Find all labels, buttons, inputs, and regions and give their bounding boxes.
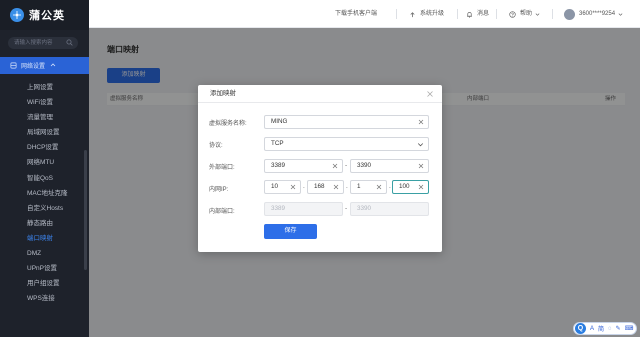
sidebar-item-upnp-settings[interactable]: UPnP设置	[0, 261, 89, 276]
sidebar-search-placeholder: 请输入搜索内容	[14, 40, 53, 46]
messages-button[interactable]: 消息	[466, 0, 489, 28]
protocol-select[interactable]: TCP	[264, 137, 429, 151]
clear-icon[interactable]	[290, 184, 296, 190]
clear-icon[interactable]	[333, 184, 339, 190]
ip-octet-1-field[interactable]: 10	[264, 180, 301, 194]
sidebar-item-network-mtu[interactable]: 网络MTU	[0, 155, 89, 170]
ip-separator: .	[389, 183, 391, 190]
dialog-header: 添加映射	[198, 85, 442, 103]
chevron-down-icon	[417, 143, 424, 147]
topbar: 下载手机客户端 系统升级 消息 帮助 3600****9254	[89, 0, 640, 28]
chevron-down-icon	[618, 12, 623, 16]
ime-keyboard-icon[interactable]: ⌨	[625, 325, 634, 332]
topbar-divider	[396, 9, 397, 19]
account-menu[interactable]: 3600****9254	[564, 0, 627, 28]
sidebar-item-dmz[interactable]: DMZ	[0, 246, 89, 261]
service-name-label: 虚拟服务名称:	[209, 121, 247, 127]
sidebar-item-mac-clone[interactable]: MAC地址克隆	[0, 186, 89, 201]
ip-separator: .	[303, 183, 305, 190]
external-port-from-value: 3389	[271, 162, 286, 169]
account-id: 3600****9254	[579, 11, 616, 17]
ip-octet-4-value: 100	[399, 183, 410, 190]
ime-punctuation-icon[interactable]: ◌	[608, 326, 612, 332]
brand-name: 蒲公英	[29, 10, 65, 22]
sidebar: 蒲公英 请输入搜索内容 网络设置 上网设置 WiFi设置 流量管理 局域网设置 …	[0, 0, 89, 337]
external-port-label: 外部端口:	[209, 165, 235, 171]
system-upgrade-label: 系统升级	[420, 11, 445, 17]
internal-port-separator: -	[345, 205, 348, 212]
ime-mode-toggle[interactable]: A	[590, 326, 594, 332]
system-upgrade-button[interactable]: 系统升级	[409, 0, 444, 28]
ip-octet-2-field[interactable]: 168	[307, 180, 344, 194]
sidebar-item-traffic-management[interactable]: 流量管理	[0, 110, 89, 125]
ime-handwriting-icon[interactable]: ✎	[616, 325, 621, 332]
clear-icon[interactable]	[376, 184, 382, 190]
sidebar-item-internet-settings[interactable]: 上网设置	[0, 80, 89, 95]
sidebar-item-static-routes[interactable]: 静态路由	[0, 216, 89, 231]
download-client-label: 下载手机客户端	[335, 11, 378, 17]
clear-icon[interactable]	[418, 163, 424, 169]
internal-ip-label: 内网IP:	[209, 187, 229, 193]
help-icon	[509, 10, 516, 18]
internal-port-to-value: 3390	[357, 205, 372, 212]
internal-port-from-value: 3389	[271, 205, 286, 212]
sidebar-group-network-settings[interactable]: 网络设置	[0, 57, 89, 74]
ip-separator: .	[346, 183, 348, 190]
topbar-divider	[496, 9, 497, 19]
help-button[interactable]: 帮助	[509, 0, 544, 28]
brand-logo-icon	[10, 8, 24, 22]
external-port-to-value: 3390	[357, 162, 372, 169]
help-label: 帮助	[520, 11, 533, 17]
clear-icon[interactable]	[332, 163, 338, 169]
sidebar-item-smart-qos[interactable]: 智能QoS	[0, 171, 89, 186]
dialog-title: 添加映射	[210, 90, 236, 97]
brand[interactable]: 蒲公英	[0, 0, 89, 30]
protocol-label: 协议:	[209, 143, 223, 149]
external-port-to-field[interactable]: 3390	[350, 159, 429, 173]
add-mapping-dialog: 添加映射 虚拟服务名称: MING 协议: TCP 外部端口: 3389 - 3…	[198, 85, 442, 252]
ip-octet-3-field[interactable]: 1	[350, 180, 387, 194]
topbar-divider	[552, 9, 553, 19]
sidebar-item-port-mapping[interactable]: 端口映射	[0, 231, 89, 246]
protocol-value: TCP	[271, 140, 284, 147]
service-name-value: MING	[271, 118, 288, 125]
ip-octet-2-value: 168	[314, 183, 325, 190]
messages-label: 消息	[477, 11, 490, 17]
sidebar-item-custom-hosts[interactable]: 自定义Hosts	[0, 201, 89, 216]
clear-icon[interactable]	[418, 119, 424, 125]
internal-port-label: 内部端口:	[209, 209, 235, 215]
sidebar-item-wifi-settings[interactable]: WiFi设置	[0, 95, 89, 110]
sidebar-item-wps-connection[interactable]: WPS连接	[0, 291, 89, 306]
topbar-divider	[457, 9, 458, 19]
sidebar-scrollbar[interactable]	[84, 150, 87, 270]
sidebar-menu: 上网设置 WiFi设置 流量管理 局域网设置 DHCP设置 网络MTU 智能Qo…	[0, 80, 89, 306]
chevron-down-icon	[535, 12, 540, 16]
external-port-separator: -	[345, 162, 348, 169]
service-name-field[interactable]: MING	[264, 115, 429, 129]
ip-octet-4-field[interactable]: 100	[392, 180, 429, 194]
internal-port-from-field: 3389	[264, 202, 343, 216]
upgrade-icon	[410, 11, 415, 17]
internal-port-to-field: 3390	[350, 202, 429, 216]
ip-octet-1-value: 10	[271, 183, 279, 190]
ip-octet-3-value: 1	[357, 183, 361, 190]
bell-icon	[467, 11, 472, 18]
external-port-from-field[interactable]: 3389	[264, 159, 343, 173]
search-icon	[66, 39, 73, 46]
ime-logo-icon[interactable]: Q	[575, 323, 586, 334]
sidebar-item-user-group-settings[interactable]: 用户组设置	[0, 276, 89, 291]
sidebar-search-input[interactable]: 请输入搜索内容	[8, 37, 78, 49]
avatar	[564, 8, 575, 20]
clear-icon[interactable]	[418, 184, 424, 190]
download-client-link[interactable]: 下载手机客户端	[335, 0, 377, 28]
sidebar-item-lan-settings[interactable]: 局域网设置	[0, 125, 89, 140]
close-icon[interactable]	[426, 90, 434, 98]
sidebar-item-dhcp-settings[interactable]: DHCP设置	[0, 140, 89, 155]
save-button[interactable]: 保存	[264, 224, 317, 239]
chevron-up-icon	[50, 63, 56, 67]
sidebar-group-label: 网络设置	[21, 64, 46, 70]
ime-toolbar[interactable]: Q A 简 ◌ ✎ ⌨	[573, 322, 637, 335]
network-icon	[10, 62, 17, 69]
ime-simplified-toggle[interactable]: 简	[598, 324, 604, 333]
